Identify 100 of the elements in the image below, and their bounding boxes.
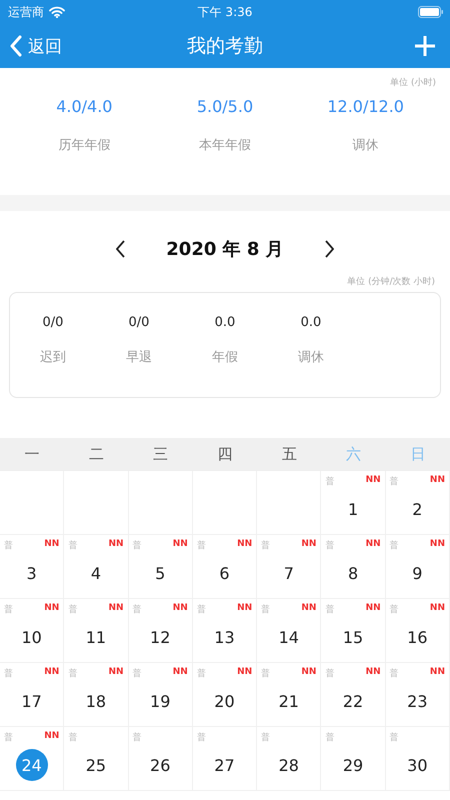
day-number: 6 <box>218 562 231 584</box>
calendar-day[interactable]: 普 NN 5 <box>128 535 193 599</box>
day-number: 9 <box>411 562 424 584</box>
day-tag: 普 <box>68 603 78 615</box>
calendar-day[interactable]: 普 NN 15 <box>321 599 386 663</box>
calendar-day[interactable]: 普 NN 1 <box>321 471 386 535</box>
calendar-day[interactable]: 普 30 <box>386 727 450 791</box>
calendar-day[interactable]: 普 NN 21 <box>257 663 322 727</box>
day-tag: 普 <box>4 667 13 679</box>
calendar-day[interactable]: 普 NN 23 <box>386 663 450 727</box>
day-tag: 普 <box>4 603 13 615</box>
day-number: 2 <box>411 498 424 520</box>
calendar-day[interactable]: 普 26 <box>128 727 193 791</box>
calendar-day[interactable]: 普 NN 24 <box>0 727 64 791</box>
day-tag: 普 <box>390 667 399 679</box>
day-number: 14 <box>278 626 300 648</box>
calendar-day[interactable]: 普 NN 10 <box>0 599 64 663</box>
calendar-day[interactable]: 普 28 <box>257 727 322 791</box>
balance-value: 5.0/5.0 <box>196 97 254 116</box>
day-flag-label: NN <box>44 667 60 679</box>
day-flag-label: NN <box>366 539 381 551</box>
calendar-day[interactable]: 普 NN 8 <box>321 535 386 599</box>
day-flag-label: NN <box>301 603 316 615</box>
day-number: 18 <box>84 690 108 712</box>
day-flag-label: NN <box>44 603 60 615</box>
stat-value: 0.0 <box>300 315 322 330</box>
calendar-day[interactable]: 普 NN 11 <box>64 599 129 663</box>
day-flag-label: NN <box>44 731 60 743</box>
day-tag: 普 <box>261 731 270 743</box>
calendar-day[interactable]: 普 NN 2 <box>386 471 450 535</box>
day-flag-label: NN <box>366 667 381 679</box>
day-number: 8 <box>346 562 360 584</box>
calendar-day[interactable]: 普 NN 19 <box>128 663 193 727</box>
day-tag: 普 <box>325 603 334 615</box>
day-flag-label: NN <box>237 603 252 615</box>
weekday-label: 四 <box>216 444 234 464</box>
day-number: 7 <box>282 562 295 584</box>
weekday-label: 六 <box>345 444 362 464</box>
day-number: 22 <box>342 690 364 712</box>
day-flag-label: NN <box>366 603 381 615</box>
day-number: 24 <box>16 749 48 781</box>
calendar-day[interactable]: 普 NN 16 <box>386 599 450 663</box>
calendar-day[interactable]: 普 29 <box>321 727 386 791</box>
day-number: 17 <box>20 690 43 712</box>
calendar-day[interactable]: 普 NN 17 <box>0 663 64 727</box>
day-number: 28 <box>278 754 300 776</box>
unit-note: 单位 (分钟/次数 小时) <box>347 276 435 288</box>
calendar-day[interactable]: 普 NN 4 <box>64 535 129 599</box>
stat-label: 迟到 <box>40 349 66 366</box>
weekday-label: 二 <box>88 444 105 464</box>
calendar-day[interactable]: 普 27 <box>192 727 258 791</box>
day-tag: 普 <box>390 603 399 615</box>
add-icon[interactable] <box>414 35 436 57</box>
calendar-day[interactable]: 普 NN 9 <box>386 535 450 599</box>
day-flag-label: NN <box>366 475 381 487</box>
carrier-name: 运营商 <box>8 4 44 20</box>
day-number: 19 <box>149 690 172 712</box>
calendar-day[interactable]: 普 NN 20 <box>192 663 258 727</box>
weekday-label: 一 <box>24 444 41 464</box>
balance-label: 历年年假 <box>58 137 110 154</box>
calendar-day[interactable]: 普 NN 6 <box>192 535 258 599</box>
calendar-day[interactable]: 普 NN 18 <box>64 663 129 727</box>
calendar-day[interactable]: 普 NN 3 <box>0 535 64 599</box>
day-flag-label: NN <box>430 475 445 487</box>
calendar-day[interactable]: 普 NN 7 <box>257 535 322 599</box>
calendar-day[interactable]: 普 NN 13 <box>192 599 258 663</box>
weekday-label: 五 <box>280 444 298 464</box>
day-tag: 普 <box>390 539 399 551</box>
day-number: 13 <box>213 626 236 648</box>
day-tag: 普 <box>390 475 399 487</box>
calendar-day[interactable]: 普 NN 12 <box>128 599 193 663</box>
previous-month-icon[interactable] <box>116 240 126 258</box>
stat-label: 早退 <box>126 349 152 366</box>
stat-value: 0/0 <box>128 315 150 330</box>
day-tag: 普 <box>261 539 270 551</box>
day-number: 29 <box>342 754 364 776</box>
unit-note: 单位 (小时) <box>390 76 436 89</box>
day-tag: 普 <box>4 539 13 551</box>
day-number: 4 <box>90 562 102 584</box>
day-tag: 普 <box>196 667 206 679</box>
calendar-day[interactable]: 普 25 <box>64 727 129 791</box>
day-tag: 普 <box>261 603 270 615</box>
back-icon <box>10 35 22 57</box>
day-tag: 普 <box>132 603 142 615</box>
calendar-day[interactable]: 普 NN 14 <box>257 599 322 663</box>
balance-label: 本年年假 <box>198 137 251 154</box>
day-number: 3 <box>26 562 38 584</box>
day-flag-label: NN <box>172 603 188 615</box>
day-tag: 普 <box>132 667 142 679</box>
stat-value: 0/0 <box>42 315 64 330</box>
day-flag-label: NN <box>430 603 445 615</box>
stat-label: 调休 <box>298 349 324 366</box>
weekday-label: 日 <box>409 444 426 464</box>
page-title: 我的考勤 <box>187 34 263 59</box>
day-number: 12 <box>149 626 172 648</box>
balance-value: 4.0/4.0 <box>56 97 112 116</box>
calendar-day[interactable]: 普 NN 22 <box>321 663 386 727</box>
day-number: 1 <box>346 498 360 520</box>
day-tag: 普 <box>390 731 399 743</box>
next-month-icon[interactable] <box>324 240 334 258</box>
